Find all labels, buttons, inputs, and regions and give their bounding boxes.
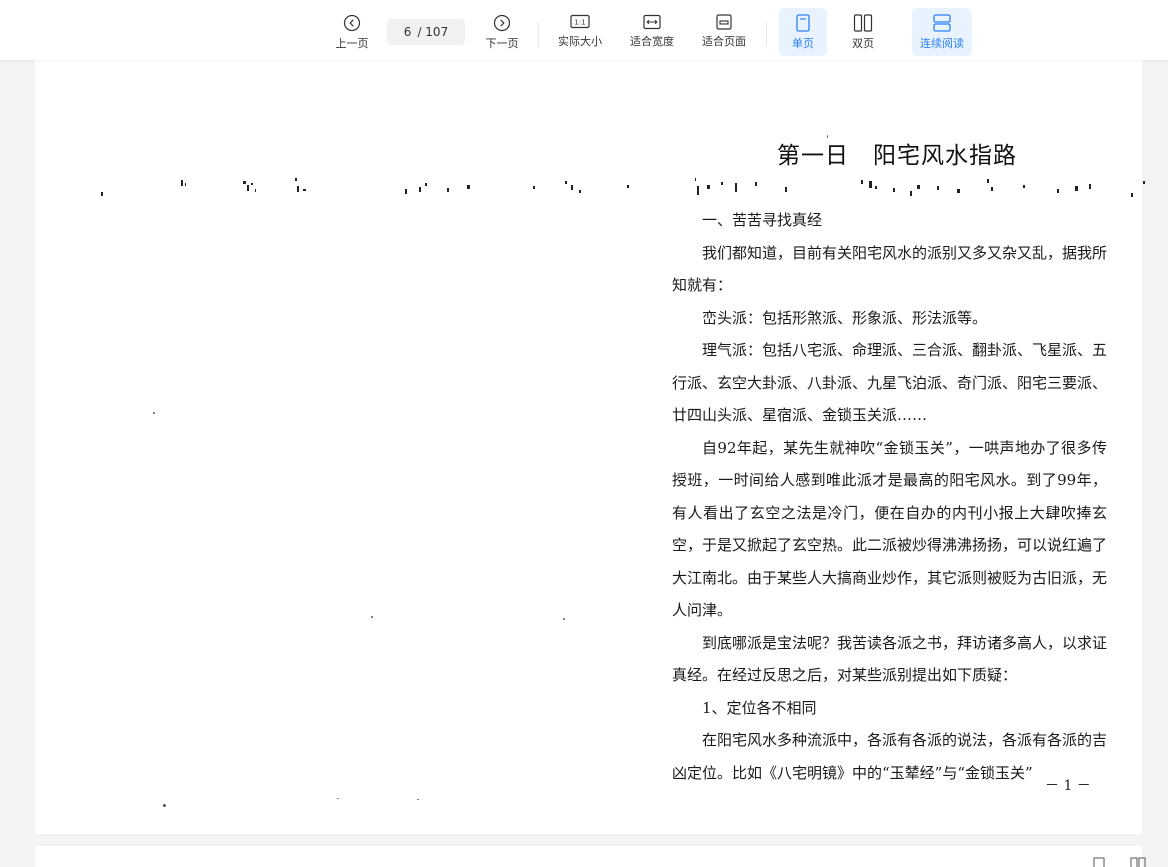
fit-page-button[interactable]: 适合页面 bbox=[696, 8, 752, 56]
fit-page-icon bbox=[716, 14, 732, 30]
next-page-label: 下一页 bbox=[485, 37, 519, 50]
fit-page-label: 适合页面 bbox=[702, 35, 746, 48]
page-number-input[interactable]: 6 / 107 bbox=[387, 19, 465, 45]
paragraph: 自92年起，某先生就神吹“金锁玉关”，一哄声地办了很多传授班，一时间给人感到唯此… bbox=[672, 438, 1108, 620]
double-page-icon bbox=[853, 14, 873, 32]
view-mode-mini-icons bbox=[1092, 857, 1146, 867]
paragraph: 在阳宅风水多种流派中，各派有各派的说法，各派有各派的吉凶定位。比如《八宅明镜》中… bbox=[672, 731, 1108, 782]
toolbar-divider bbox=[766, 22, 767, 46]
fit-width-label: 适合宽度 bbox=[630, 35, 674, 48]
actual-size-icon: 1:1 bbox=[570, 14, 590, 29]
continuous-read-label: 连续阅读 bbox=[920, 37, 964, 50]
current-page[interactable]: 6 bbox=[404, 25, 412, 39]
scan-speck bbox=[153, 412, 155, 414]
double-page-button[interactable]: 双页 bbox=[839, 8, 887, 56]
fit-width-button[interactable]: 适合宽度 bbox=[624, 8, 680, 56]
page-number: － 1 － bbox=[1045, 778, 1091, 794]
document-viewer[interactable]: 第一日 阳宅风水指路 一、苦苦寻找真经 我们都知道，目前有关阳宅风水的派别又多又… bbox=[0, 60, 1168, 867]
prev-page-label: 上一页 bbox=[335, 37, 369, 50]
prev-page-button[interactable]: 上一页 bbox=[330, 8, 374, 56]
chapter-title: 第一日 阳宅风水指路 bbox=[777, 143, 1017, 169]
paragraph: 我们都知道，目前有关阳宅风水的派别又多又杂又乱，据我所知就有： bbox=[672, 243, 1108, 295]
scan-speck bbox=[417, 799, 419, 800]
scan-speck bbox=[371, 616, 373, 618]
page-body-text: 一、苦苦寻找真经 我们都知道，目前有关阳宅风水的派别又多又杂又乱，据我所知就有：… bbox=[672, 204, 1107, 789]
viewer-toolbar: 上一页 6 / 107 下一页 1:1 实际大小 适合宽度 适合页面 单页 双页… bbox=[0, 0, 1168, 60]
scan-speck bbox=[163, 804, 166, 807]
single-page-icon bbox=[796, 14, 810, 32]
scan-artifact-line bbox=[101, 178, 1145, 197]
section-heading: 一、苦苦寻找真经 bbox=[702, 211, 823, 229]
scan-speck bbox=[337, 798, 339, 799]
actual-size-label: 实际大小 bbox=[558, 35, 602, 48]
subsection-heading: 1、定位各不相同 bbox=[702, 698, 817, 717]
actual-size-button[interactable]: 1:1 实际大小 bbox=[552, 8, 608, 56]
single-page-label: 单页 bbox=[792, 37, 814, 50]
paragraph: 到底哪派是宝法呢？我苦读各派之书，拜访诸多高人，以求证真经。在经过反思之后，对某… bbox=[672, 633, 1108, 685]
scan-speck bbox=[827, 135, 828, 138]
single-page-button[interactable]: 单页 bbox=[779, 8, 827, 56]
continuous-read-icon bbox=[933, 14, 951, 32]
double-page-icon[interactable] bbox=[1130, 857, 1146, 867]
toolbar-divider bbox=[538, 22, 539, 46]
next-document-page bbox=[35, 846, 1142, 867]
paragraph: 理气派：包括八宅派、命理派、三合派、翻卦派、飞星派、五行派、玄空大卦派、八卦派、… bbox=[672, 341, 1108, 424]
fit-width-icon bbox=[643, 14, 661, 30]
total-pages: / 107 bbox=[417, 25, 449, 39]
continuous-read-button[interactable]: 连续阅读 bbox=[912, 8, 972, 56]
chevron-left-circle-icon bbox=[343, 14, 361, 32]
scan-speck bbox=[563, 618, 565, 620]
paragraph: 峦头派：包括形煞派、形象派、形法派等。 bbox=[702, 308, 988, 327]
double-page-label: 双页 bbox=[852, 37, 874, 50]
actual-size-glyph: 1:1 bbox=[574, 19, 585, 27]
next-page-button[interactable]: 下一页 bbox=[480, 8, 524, 56]
document-page: 第一日 阳宅风水指路 一、苦苦寻找真经 我们都知道，目前有关阳宅风水的派别又多又… bbox=[35, 60, 1145, 834]
chevron-right-circle-icon bbox=[493, 14, 511, 32]
single-page-icon[interactable] bbox=[1092, 857, 1106, 867]
